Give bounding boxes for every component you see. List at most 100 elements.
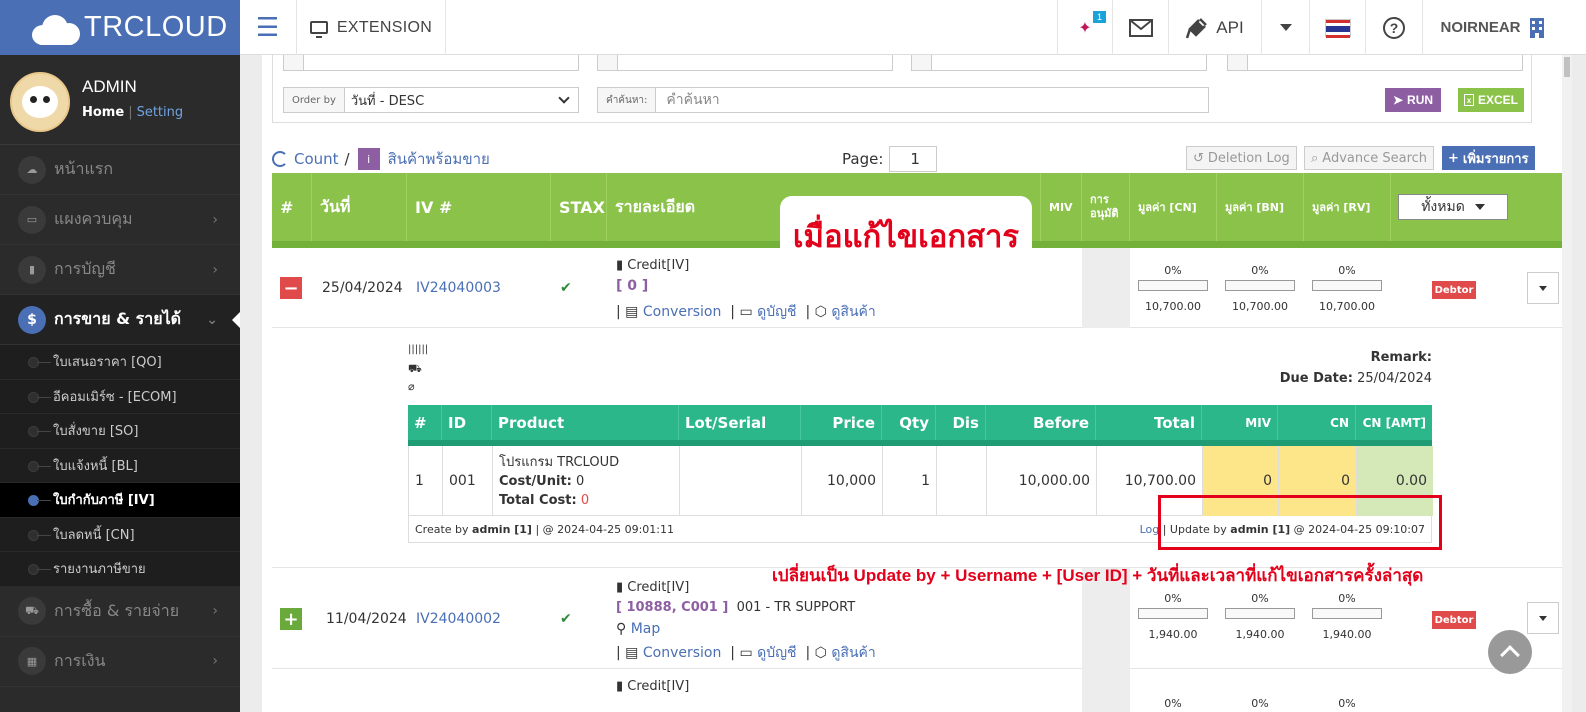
run-label: RUN — [1407, 93, 1434, 107]
detail-table-header: # ID Product Lot/Serial Price Qty Dis Be… — [408, 405, 1432, 446]
search-field[interactable]: คำค้นหา: คำค้นหา — [597, 87, 1209, 113]
annotation-highlight-box — [1158, 495, 1442, 550]
add-item-button[interactable]: + เพิ่มรายการ — [1442, 146, 1535, 170]
barcode-icon[interactable]: |||||| — [408, 344, 428, 355]
row-date: 25/04/2024 — [322, 280, 403, 296]
home-link[interactable]: Home — [82, 105, 124, 120]
page-scrollbar[interactable] — [1562, 55, 1572, 712]
sidebar-item-accounting[interactable]: ▮ การบัญชี › — [0, 245, 240, 295]
sidebar-item-sales[interactable]: $ การขาย & รายได้ ⌄ — [0, 295, 240, 345]
notifications-button[interactable]: ✦ 1 — [1057, 0, 1112, 55]
company-button[interactable]: NOIRNEAR — [1422, 0, 1562, 55]
category-link[interactable]: สินค้าพร้อมขาย — [388, 147, 490, 171]
view-product-link[interactable]: ดูสินค้า — [831, 304, 875, 320]
api-button[interactable]: API — [1168, 0, 1261, 55]
log-link[interactable]: Log — [1140, 523, 1160, 536]
question-icon: ? — [1383, 16, 1405, 39]
count-link[interactable]: Count — [294, 150, 339, 168]
status-filter-select[interactable]: ทั้งหมด — [1398, 194, 1508, 220]
sidebar-item-dashboard[interactable]: ▭ แผงควบคุม › — [0, 195, 240, 245]
monitor-icon: ▭ — [18, 205, 46, 234]
sidebar-item-label: แผงควบคุม — [54, 209, 133, 228]
scroll-to-top-button[interactable] — [1488, 630, 1532, 674]
progress-bar-rv — [1312, 608, 1382, 619]
filter-field-3[interactable] — [911, 55, 1207, 71]
party-icon: ✦ — [1078, 19, 1092, 37]
extension-button[interactable]: EXTENSION — [296, 0, 446, 55]
row-iv-link[interactable]: IV24040003 — [416, 280, 501, 296]
filter-field-1[interactable] — [283, 55, 579, 71]
view-account-link[interactable]: ดูบัญชี — [757, 645, 796, 661]
row-type: ▮ Credit[IV] — [616, 258, 690, 273]
menu-toggle-button[interactable]: ☰ — [240, 0, 295, 55]
row-actions: | ▤ Conversion | ▭ ดูบัญชี | ⬡ ดูสินค้า — [616, 304, 876, 320]
sidebar-sub-billing[interactable]: ใบแจ้งหนี้ [BL] — [0, 448, 240, 483]
sidebar-sub-sales-tax-report[interactable]: รายงานภาษีขาย — [0, 552, 240, 587]
language-button[interactable] — [1309, 0, 1365, 55]
run-button[interactable]: ➤ RUN — [1385, 88, 1441, 112]
truck-icon[interactable]: ⛟ — [408, 362, 422, 377]
order-by-select[interactable]: Order by วันที่ - DESC — [283, 87, 579, 113]
sidebar-item-home[interactable]: ☁ หน้าแรก — [0, 145, 240, 195]
amount-rv: 10,700.00 — [1319, 300, 1375, 313]
monitor-icon: ▭ — [739, 645, 753, 661]
table-row[interactable]: ▮ Credit[IV] 0% 0% 0% — [272, 669, 1572, 712]
sidebar-item-label: การบัญชี — [54, 259, 116, 278]
row-type: ▮ Credit[IV] — [616, 580, 690, 595]
deletion-log-button[interactable]: ↺ Deletion Log — [1186, 146, 1297, 170]
more-dropdown-button[interactable] — [1261, 0, 1309, 55]
table-icon: ▤ — [625, 645, 639, 661]
pagination: Page: 1 — [842, 146, 938, 172]
row-type: ▮ Credit[IV] — [616, 679, 690, 694]
col-iv[interactable]: IV # — [407, 173, 551, 241]
sidebar-sub-tax-invoice[interactable]: ใบกำกับภาษี [IV] — [0, 483, 240, 518]
view-account-link[interactable]: ดูบัญชี — [757, 304, 796, 320]
view-product-link[interactable]: ดูสินค้า — [831, 645, 875, 661]
sidebar-sub-quotation[interactable]: ใบเสนอราคา [QO] — [0, 345, 240, 380]
amount-bn: 10,700.00 — [1232, 300, 1288, 313]
book-icon: ▮ — [616, 679, 628, 694]
amount-cn: 1,940.00 — [1148, 628, 1198, 641]
dollar-icon: $ — [18, 305, 46, 334]
excel-button[interactable]: x EXCEL — [1458, 88, 1524, 112]
search-input[interactable]: คำค้นหา — [656, 89, 719, 111]
sidebar-sub-ecom[interactable]: อีคอมเมิร์ซ - [ECOM] — [0, 379, 240, 414]
conversion-link[interactable]: Conversion — [643, 645, 722, 661]
sidebar-item-purchase[interactable]: ⛟ การซื้อ & รายจ่าย › — [0, 587, 240, 637]
help-button[interactable]: ? — [1365, 0, 1422, 55]
chevron-down-icon — [1474, 204, 1485, 210]
avatar[interactable] — [10, 72, 70, 132]
pct-rv: 0% — [1338, 264, 1356, 277]
invoice-detail-panel: |||||| ⛟ ⌀ Remark: Due Date: 25/04/2024 … — [408, 340, 1433, 543]
cube-icon: ⬡ — [814, 304, 827, 320]
pct-rv: 0% — [1338, 592, 1356, 605]
due-date: Due Date: 25/04/2024 — [1279, 371, 1432, 386]
page-input[interactable]: 1 — [889, 146, 938, 172]
info-icon: i — [357, 148, 380, 170]
advance-search-button[interactable]: ⌕ Advance Search — [1304, 146, 1435, 170]
sidebar-item-finance[interactable]: ▦ การเงิน › — [0, 637, 240, 687]
map-link[interactable]: ⚲ Map — [616, 621, 660, 637]
col-date[interactable]: วันที่ — [312, 173, 407, 241]
filter-field-4[interactable] — [1227, 55, 1523, 71]
envelope-icon — [1128, 18, 1153, 37]
row-actions-dropdown[interactable] — [1527, 602, 1559, 634]
sidebar-sub-credit-note[interactable]: ใบลดหนี้ [CN] — [0, 517, 240, 552]
row-actions-dropdown[interactable] — [1527, 272, 1559, 304]
cart-icon: ⛟ — [18, 597, 46, 625]
collapse-button[interactable]: − — [280, 277, 302, 299]
conversion-link[interactable]: Conversion — [643, 304, 722, 320]
brand-logo[interactable]: TRCLOUD — [0, 0, 240, 55]
order-by-label: Order by — [284, 88, 345, 112]
paperclip-icon[interactable]: ⌀ — [408, 380, 415, 393]
sidebar-sub-sales-order[interactable]: ใบสั่งขาย [SO] — [0, 414, 240, 449]
pct-bn: 0% — [1251, 592, 1269, 605]
setting-link[interactable]: Setting — [137, 105, 184, 120]
mail-button[interactable] — [1112, 0, 1168, 55]
profile-name: ADMIN — [82, 77, 137, 96]
dcol-lot: Lot/Serial — [679, 405, 801, 440]
col-value-bn: มูลค่า [BN] — [1217, 173, 1304, 241]
expand-button[interactable]: + — [280, 608, 302, 630]
row-iv-link[interactable]: IV24040002 — [416, 611, 501, 627]
filter-field-2[interactable] — [597, 55, 893, 71]
